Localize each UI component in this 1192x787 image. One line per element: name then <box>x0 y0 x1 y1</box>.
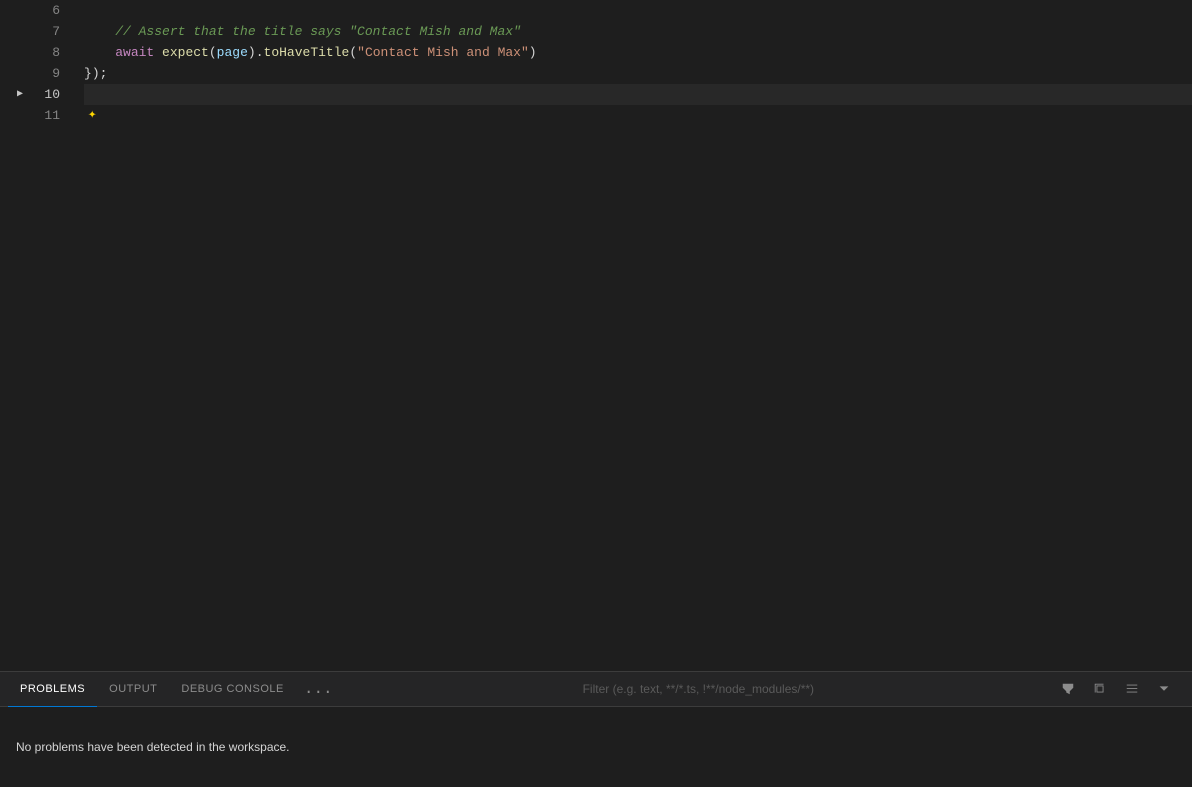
line-numbers: 6 7 8 9 ▶ 10 11 <box>15 0 80 671</box>
page-variable: page <box>217 42 248 63</box>
code-line-8: await expect(page).toHaveTitle("Contact … <box>84 42 1192 63</box>
tab-problems[interactable]: PROBLEMS <box>8 672 97 707</box>
panel-more-button[interactable]: ... <box>296 680 341 698</box>
code-line-6 <box>84 0 1192 21</box>
expect-function: expect <box>162 42 209 63</box>
await-keyword: await <box>115 42 154 63</box>
list-button[interactable] <box>1120 677 1144 701</box>
panel-actions <box>1056 677 1184 701</box>
line-number-9: 9 <box>15 63 70 84</box>
collapse-button[interactable] <box>1152 677 1176 701</box>
filter-icon <box>1061 682 1075 696</box>
code-line-10 <box>84 84 1192 105</box>
tohavetitle-method: toHaveTitle <box>264 42 350 63</box>
line-number-11: 11 <box>15 105 70 126</box>
editor-area: 6 7 8 9 ▶ 10 11 // Assert that the title… <box>0 0 1192 671</box>
sparkle-icon: ✦ <box>88 105 96 126</box>
code-line-7: // Assert that the title says "Contact M… <box>84 21 1192 42</box>
bottom-panel: PROBLEMS OUTPUT DEBUG CONSOLE ... Filter… <box>0 671 1192 787</box>
line-number-6: 6 <box>15 0 70 21</box>
line-number-7: 7 <box>15 21 70 42</box>
title-string: "Contact Mish and Max" <box>357 42 529 63</box>
filter-button[interactable] <box>1056 677 1080 701</box>
panel-content: No problems have been detected in the wo… <box>0 707 1192 787</box>
copy-button[interactable] <box>1088 677 1112 701</box>
copy-icon <box>1093 682 1107 696</box>
list-icon <box>1125 682 1139 696</box>
panel-filter-placeholder[interactable]: Filter (e.g. text, **/*.ts, !**/node_mod… <box>341 682 1056 696</box>
chevron-down-icon <box>1157 682 1171 696</box>
code-content[interactable]: // Assert that the title says "Contact M… <box>80 0 1192 671</box>
no-problems-text: No problems have been detected in the wo… <box>16 740 290 754</box>
tab-output[interactable]: OUTPUT <box>97 672 169 707</box>
line-number-10: ▶ 10 <box>15 84 70 105</box>
line-number-8: 8 <box>15 42 70 63</box>
code-line-11: ✦ <box>84 105 1192 126</box>
code-line-9: }); <box>84 63 1192 84</box>
tab-debug-console[interactable]: DEBUG CONSOLE <box>169 672 295 707</box>
editor-gutter <box>0 0 15 671</box>
panel-tabs-bar: PROBLEMS OUTPUT DEBUG CONSOLE ... Filter… <box>0 672 1192 707</box>
active-line-arrow: ▶ <box>17 84 23 105</box>
code-container: 6 7 8 9 ▶ 10 11 // Assert that the title… <box>0 0 1192 671</box>
comment-token: // Assert that the title says "Contact M… <box>84 21 521 42</box>
